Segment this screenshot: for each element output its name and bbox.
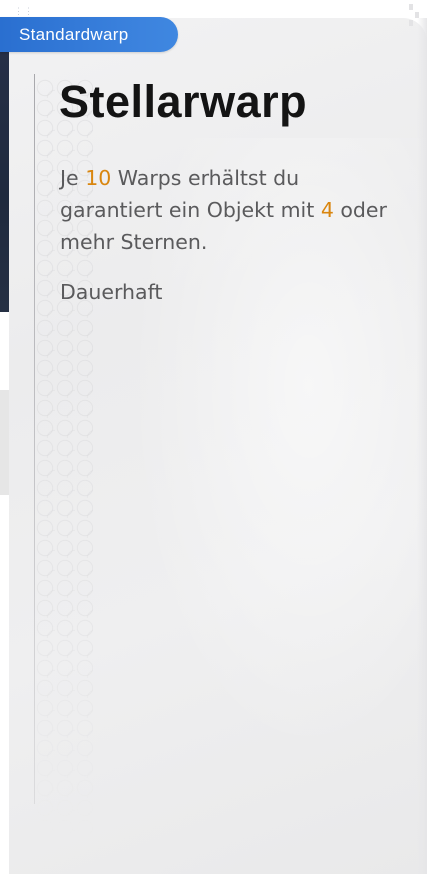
warp-count-highlight: 10	[85, 166, 112, 190]
card-right-edge	[417, 18, 427, 874]
warp-type-banner: Standardwarp	[0, 17, 178, 52]
duration-label: Dauerhaft	[60, 280, 163, 304]
warp-detail-screen: ⋮⋮ Standardwarp Stellarwarp Je 10 Warps …	[0, 0, 427, 874]
corner-notch-icon	[401, 4, 421, 34]
page-title: Stellarwarp	[59, 76, 308, 127]
warp-info-card	[9, 18, 427, 874]
background-panel-dark	[0, 28, 9, 312]
warp-type-label: Standardwarp	[19, 24, 129, 44]
background-panel-grey	[0, 390, 9, 495]
pity-description: Je 10 Warps erhältst du garantiert ein O…	[60, 162, 400, 258]
description-text-1: Je	[60, 166, 86, 190]
star-count-highlight: 4	[320, 198, 334, 222]
